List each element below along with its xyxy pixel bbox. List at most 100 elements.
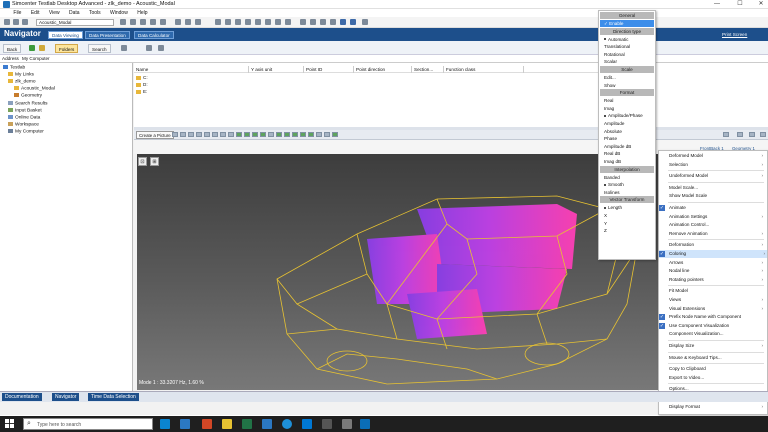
menu-item-copy-to-clipboard[interactable]: Copy to Clipboard [669, 365, 765, 373]
app-icon[interactable] [322, 419, 332, 429]
column-header[interactable]: Point direction [354, 66, 412, 73]
tool-icon[interactable] [275, 19, 281, 25]
submenu-item-z[interactable]: Z [604, 227, 654, 234]
tool-icon[interactable] [245, 19, 251, 25]
tool-icon[interactable] [285, 19, 291, 25]
excel-icon[interactable] [242, 419, 252, 429]
print-screen-link[interactable]: Print Screen [722, 32, 747, 37]
view-icon[interactable] [121, 45, 127, 51]
tool-icon[interactable] [140, 19, 146, 25]
tree-item[interactable]: My Links [8, 72, 34, 78]
taskview-icon[interactable] [160, 419, 170, 429]
tree-item[interactable]: Geometry [14, 93, 42, 99]
outlook-icon[interactable] [262, 419, 272, 429]
tool-icon[interactable] [330, 19, 336, 25]
submenu-item-smooth[interactable]: Smooth [604, 181, 654, 188]
tree-item[interactable]: Acoustic_Modal [14, 86, 55, 92]
submenu-item-rotational[interactable]: Rotational [604, 51, 654, 58]
tool-icon[interactable] [235, 19, 241, 25]
tree-item[interactable]: Online Data [8, 115, 40, 121]
tool-icon[interactable] [188, 132, 194, 137]
submenu-item-imag[interactable]: Imag [604, 105, 654, 112]
tool-icon[interactable] [320, 19, 326, 25]
submenu-item-length[interactable]: Length [604, 204, 654, 211]
home-icon[interactable] [4, 19, 10, 25]
menu-item-undeformed-model[interactable]: Undeformed Model › [669, 172, 765, 180]
tool-icon[interactable] [350, 19, 356, 25]
minimize-button[interactable]: — [710, 0, 724, 9]
windows-start-icon[interactable] [5, 419, 14, 428]
tool-icon[interactable] [212, 132, 218, 137]
menu-item-prefix-node-name-with-component[interactable]: Prefix Node Name with Component [669, 313, 765, 321]
layout-icon[interactable] [723, 132, 729, 137]
submenu-item-real-db[interactable]: Real dB [604, 150, 654, 157]
crumb-documentation[interactable]: Documentation [2, 393, 42, 401]
layout-icon[interactable] [760, 132, 766, 137]
folder-icon[interactable] [13, 19, 19, 25]
menu-item-selection[interactable]: Selection › [669, 161, 765, 169]
menu-item-animate[interactable]: Animate [669, 204, 765, 212]
tab-data-viewing[interactable]: Data Viewing [48, 31, 83, 39]
tool-icon[interactable] [268, 132, 274, 137]
submenu-item-amplitude-phase[interactable]: Amplitude/Phase [604, 112, 654, 119]
tool-icon[interactable] [130, 19, 136, 25]
back-button[interactable]: Back [3, 44, 22, 53]
word-icon[interactable] [180, 419, 190, 429]
crumb-time-data-selection[interactable]: Time Data Selection [88, 393, 139, 401]
close-button[interactable]: ✕ [754, 0, 768, 9]
menu-item-arrows[interactable]: Arrows › [669, 259, 765, 267]
menu-item-nodal-line[interactable]: Nodal line › [669, 267, 765, 275]
tool-icon[interactable] [308, 132, 314, 137]
menu-item-remove-animation[interactable]: Remove Animation › [669, 230, 765, 238]
up-folder-icon[interactable] [39, 45, 45, 51]
column-header[interactable]: Y axis unit [249, 66, 304, 73]
tool-icon[interactable] [340, 19, 346, 25]
powerpoint-icon[interactable] [202, 419, 212, 429]
menu-window[interactable]: Window [106, 9, 132, 17]
explorer-icon[interactable] [222, 419, 232, 429]
column-header[interactable]: Point ID [304, 66, 354, 73]
menu-item-use-component-visualization[interactable]: Use Component Visualization [669, 322, 765, 330]
menu-item-deformation[interactable]: Deformation › [669, 241, 765, 249]
menu-item-display-size[interactable]: Display Size › [669, 342, 765, 350]
search-button[interactable]: Search [88, 44, 111, 53]
tool-icon[interactable] [225, 19, 231, 25]
submenu-item-amplitude[interactable]: Amplitude [604, 120, 654, 127]
app-icon[interactable] [342, 419, 352, 429]
menu-item-show-model-scale[interactable]: Show Model Scale [669, 192, 765, 200]
tool-icon[interactable] [300, 19, 306, 25]
tool-icon[interactable] [150, 19, 156, 25]
column-header[interactable]: Function class [444, 66, 524, 73]
submenu-item-scalar[interactable]: Scalar [604, 58, 654, 65]
tool-icon[interactable] [284, 132, 290, 137]
menu-item-fit-model[interactable]: Fit Model [669, 287, 765, 295]
create-picture-button[interactable]: Create a Picture [136, 131, 174, 139]
menu-file[interactable]: File [9, 9, 25, 17]
taskbar-search[interactable]: ⌕ Type here to search [23, 418, 153, 430]
tool-icon[interactable] [292, 132, 298, 137]
tree-item[interactable]: zlk_demo [8, 79, 36, 85]
tool-icon[interactable] [160, 19, 166, 25]
tree-item[interactable]: Workspace [8, 122, 39, 128]
project-select[interactable]: Acoustic_Modal [36, 19, 114, 26]
edge-icon[interactable] [282, 419, 292, 429]
submenu-item-x[interactable]: X [604, 212, 654, 219]
tool-icon[interactable] [228, 132, 234, 137]
submenu-item-imag-db[interactable]: Imag dB [604, 158, 654, 165]
submenu-item-amplitude-db[interactable]: Amplitude dB [604, 143, 654, 150]
submenu-item-isolines[interactable]: Isolines [604, 189, 654, 196]
tab-data-presentation[interactable]: Data Presentation [85, 31, 130, 39]
menu-item-export-to-video[interactable]: Export to Video... [669, 374, 765, 382]
submenu-item-phase[interactable]: Phase [604, 135, 654, 142]
forward-icon[interactable] [29, 45, 35, 51]
menu-tools[interactable]: Tools [85, 9, 105, 17]
layout-icon[interactable] [749, 132, 755, 137]
submenu-item-banded[interactable]: Banded [604, 174, 654, 181]
menu-item-animation-control[interactable]: Animation Control... [669, 221, 765, 229]
tool-icon[interactable] [316, 132, 322, 137]
column-header[interactable]: Section... [412, 66, 444, 73]
menu-item-visual-extensions[interactable]: Visual Extensions › [669, 305, 765, 313]
menu-item-display-format[interactable]: Display Format › [669, 403, 765, 411]
submenu-item-enable[interactable]: ✓ Enable [600, 20, 654, 27]
app-icon[interactable] [302, 419, 312, 429]
